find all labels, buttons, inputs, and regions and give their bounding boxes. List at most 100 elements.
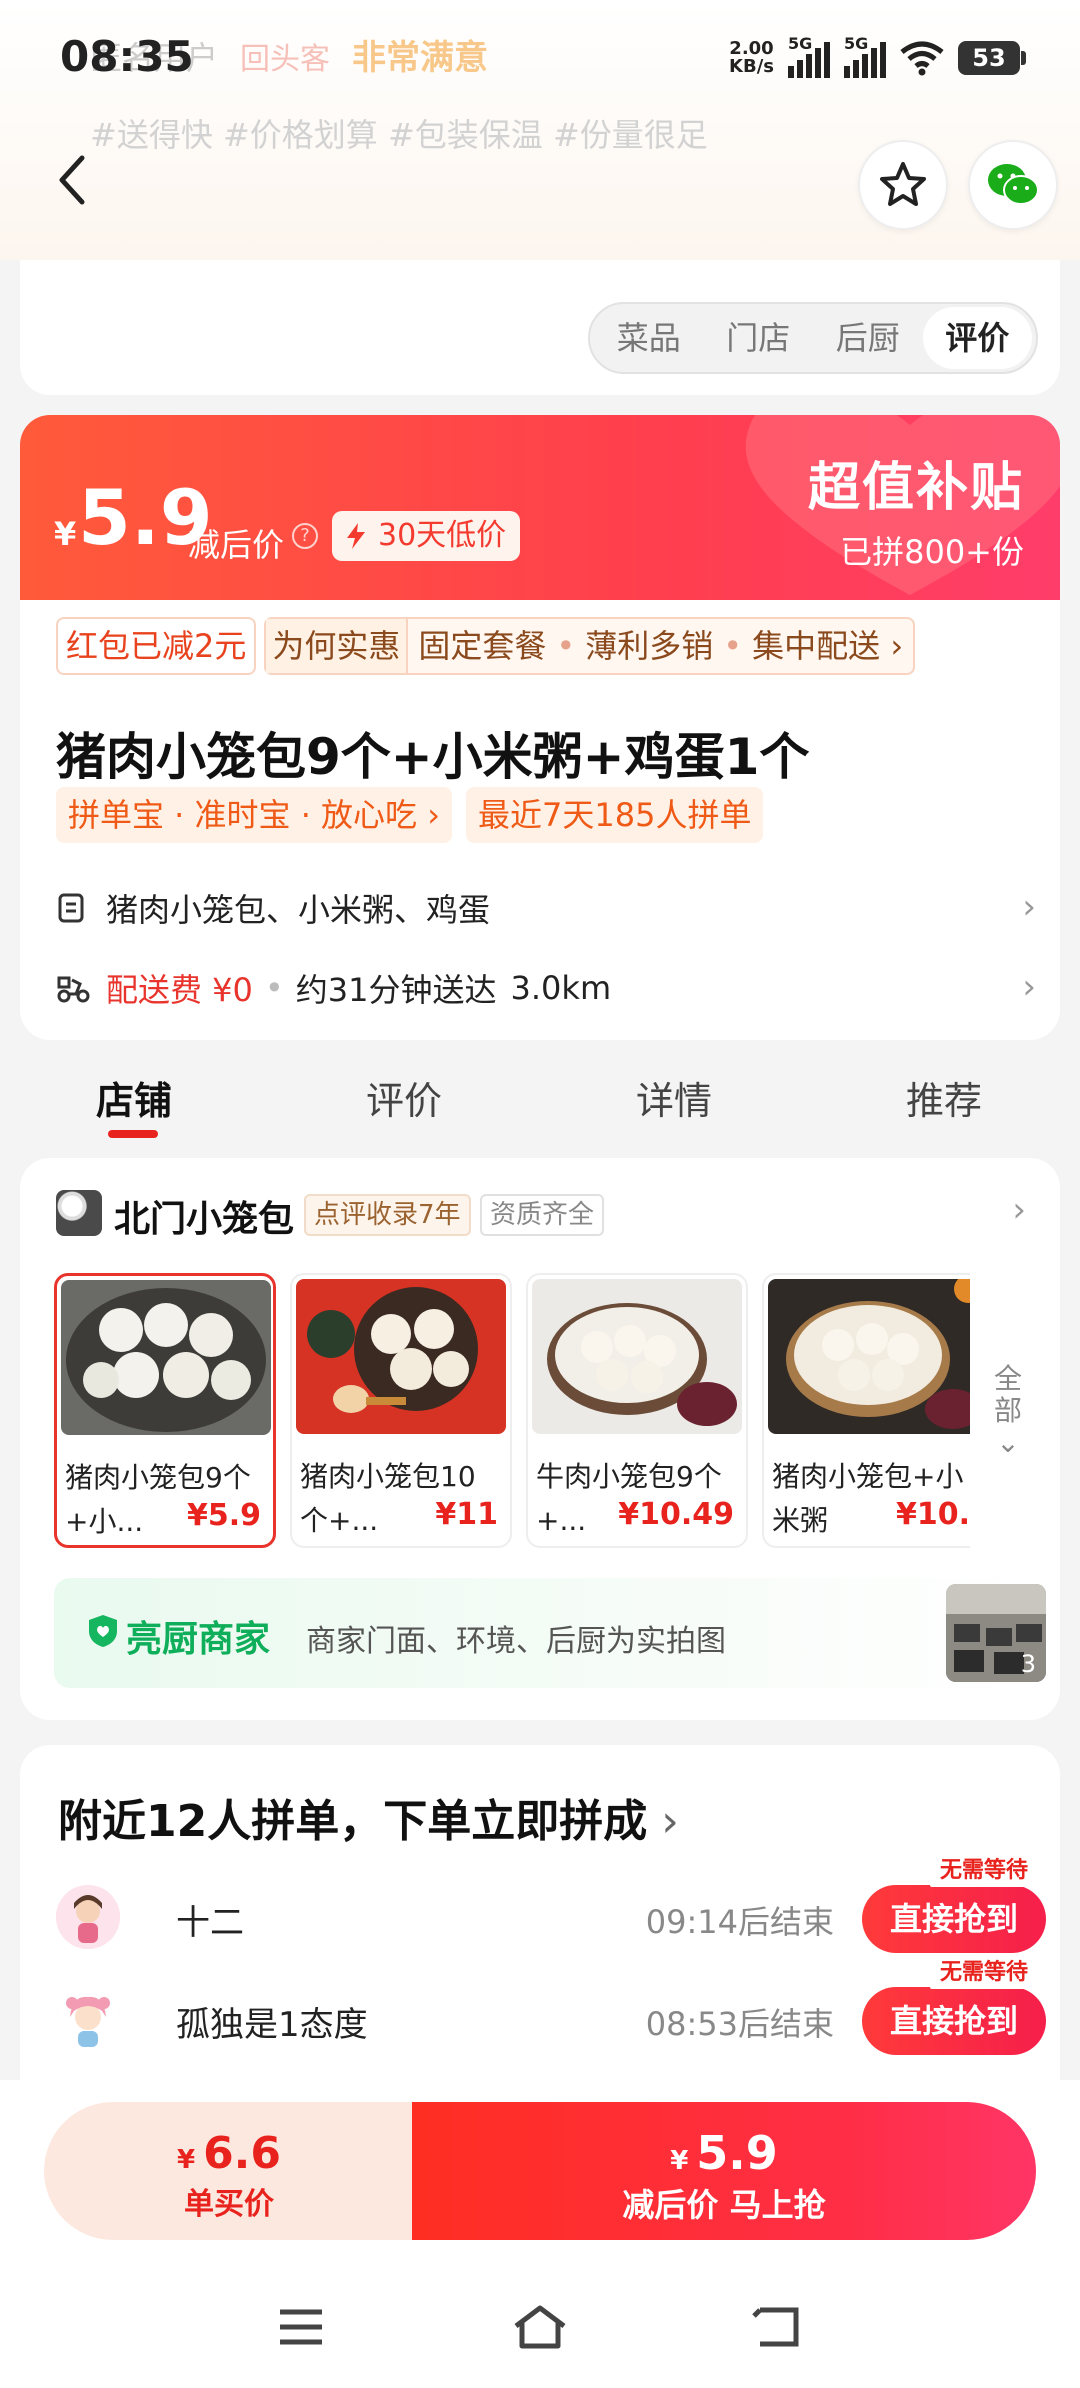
sim2-label: 5G: [844, 34, 869, 53]
guarantee-text: 拼单宝 · 准时宝 · 放心吃: [68, 796, 418, 834]
menu-list-icon: [56, 892, 96, 924]
single-currency: ¥: [176, 2145, 196, 2175]
subsidy-count: 已拼800+份: [840, 533, 1024, 571]
avatar: [56, 1987, 120, 2051]
chevron-right-icon: ›: [427, 796, 441, 834]
lightning-icon: [347, 523, 365, 549]
tab-dishes[interactable]: 菜品: [594, 307, 704, 369]
star-icon: [880, 162, 926, 206]
dish-card[interactable]: 牛肉小笼包9个+... ¥10.49: [526, 1273, 748, 1548]
status-time: 08:35: [60, 32, 194, 81]
store-card: 北门小笼包 点评收录7年 资质齐全 › 猪肉小笼包9个+小... ¥5.9 猪肉…: [20, 1158, 1060, 1720]
view-all-label: 全部: [993, 1362, 1022, 1427]
status-bar: 08:35 2.00 KB/s 5G 5G 53: [0, 0, 1080, 110]
grab-now-button[interactable]: 直接抢到: [862, 1885, 1046, 1953]
low-price-text: 30天低价: [378, 518, 507, 553]
subsidy-title: 超值补贴: [807, 458, 1024, 518]
store-license-tag: 资质齐全: [480, 1194, 605, 1236]
dish-price: ¥10.: [895, 1497, 970, 1532]
why-cheap-tag[interactable]: 为何实惠 固定套餐 • 薄利多销 • 集中配送 ›: [264, 617, 916, 675]
single-price: ¥6.6: [44, 2128, 414, 2179]
chevron-right-icon[interactable]: ›: [1012, 1190, 1026, 1230]
home-icon[interactable]: [510, 2302, 570, 2352]
open-kitchen-banner[interactable]: 亮厨商家 商家门面、环境、后厨为实拍图 3: [54, 1578, 1050, 1688]
group-countdown: 09:14后结束: [645, 1903, 834, 1941]
back-button[interactable]: [52, 150, 102, 220]
dish-price: ¥10.49: [618, 1497, 734, 1532]
net-speed: 2.00 KB/s: [729, 40, 774, 76]
tab-review[interactable]: 评价: [366, 1070, 442, 1125]
group-countdown: 08:53后结束: [645, 2005, 834, 2043]
delivery-time: 约31分钟送达: [295, 971, 497, 1009]
why-cheap-reasons: 固定套餐 • 薄利多销 • 集中配送 ›: [418, 627, 904, 665]
group-buy-title[interactable]: 附近12人拼单，下单立即拼成 ›: [58, 1785, 679, 1849]
group-user-name: 十二: [176, 1903, 244, 1943]
buy-single-button[interactable]: ¥6.6 单买价: [44, 2102, 414, 2240]
battery-icon: 53: [958, 41, 1026, 75]
signal-icon: 5G: [788, 34, 830, 78]
contents-row[interactable]: 猪肉小笼包、小米粥、鸡蛋 ›: [56, 883, 1046, 933]
net-speed-unit: KB/s: [729, 56, 774, 77]
delivery-row[interactable]: 配送费 ¥0 • 约31分钟送达 3.0km ›: [56, 963, 1046, 1013]
reason-low-margin: 薄利多销: [585, 627, 714, 665]
tab-store[interactable]: 门店: [704, 307, 814, 369]
system-nav-bar: [0, 2280, 1080, 2380]
chevron-right-icon: ›: [1022, 967, 1036, 1007]
dish-price: ¥11: [435, 1497, 498, 1532]
product-card: ¥ 5.9 减后价 ? 30天低价 超值补贴 已拼800+份 红包已减2元 为何…: [20, 415, 1060, 1040]
group-buy-row: 孤独是1态度 08:53后结束 直接抢到 无需等待: [56, 1957, 1046, 2057]
photo-count: 3: [1020, 1650, 1036, 1678]
tab-detail[interactable]: 详情: [636, 1070, 712, 1125]
review-hashtags: #送得快 #价格划算 #包装保温 #份量很足: [90, 116, 708, 154]
low-price-badge: 30天低价: [332, 511, 521, 561]
header-segmented-tabs: 菜品 门店 后厨 评价: [588, 302, 1038, 374]
delivery-distance: 3.0km: [510, 969, 612, 1007]
dish-card[interactable]: 猪肉小笼包9个+小... ¥5.9: [54, 1273, 276, 1548]
store-name[interactable]: 北门小笼包: [114, 1190, 294, 1242]
status-icons: 2.00 KB/s 5G 5G 53: [729, 34, 1026, 80]
guarantee-tag[interactable]: 拼单宝 · 准时宝 · 放心吃 ›: [56, 787, 453, 843]
wechat-icon: [988, 164, 1039, 205]
contents-text: 猪肉小笼包、小米粥、鸡蛋: [106, 891, 491, 929]
menu-icon[interactable]: [276, 2302, 326, 2352]
dish-image: [768, 1279, 970, 1434]
recent-orders-tag: 最近7天185人拼单: [466, 787, 764, 843]
price-banner: ¥ 5.9 减后价 ? 30天低价 超值补贴 已拼800+份: [20, 415, 1060, 600]
dish-card[interactable]: 猪肉小笼包+小米粥 ¥10.: [762, 1273, 970, 1548]
active-tab-indicator: [108, 1130, 158, 1138]
avatar: [56, 1885, 120, 1949]
group-price: ¥5.9: [412, 2126, 1036, 2180]
kitchen-title: 亮厨商家: [126, 1619, 271, 1660]
chevron-right-icon: ›: [647, 1796, 679, 1847]
wechat-share-button[interactable]: [968, 140, 1058, 230]
group-buy-title-text: 附近12人拼单，下单立即拼成: [58, 1796, 648, 1847]
dish-image: [296, 1279, 506, 1434]
kitchen-photo[interactable]: 3: [946, 1584, 1046, 1682]
group-buy-card: 附近12人拼单，下单立即拼成 › 十二 09:14后结束 直接抢到 无需等待 孤…: [20, 1745, 1060, 2080]
single-label: 单买价: [184, 2187, 274, 2222]
buy-group-button[interactable]: ¥5.9 减后价 马上抢: [412, 2102, 1036, 2240]
tab-shop[interactable]: 店铺: [96, 1070, 172, 1125]
back-nav-icon[interactable]: [752, 2302, 804, 2352]
kitchen-description: 商家门面、环境、后厨为实拍图: [306, 1624, 726, 1659]
question-icon[interactable]: ?: [292, 523, 318, 549]
back-arrow-icon: [59, 155, 85, 205]
favorite-button[interactable]: [858, 140, 948, 230]
tab-kitchen[interactable]: 后厨: [813, 307, 923, 369]
no-wait-badge: 无需等待: [929, 1855, 1038, 1887]
group-price-value: 5.9: [696, 2126, 778, 2180]
group-currency: ¥: [670, 2146, 689, 2176]
red-packet-tag: 红包已减2元: [56, 617, 257, 675]
reason-fixed-set: 固定套餐: [418, 627, 547, 665]
view-all-dishes-button[interactable]: 全部 ⌄: [988, 1363, 1028, 1459]
dish-image: [61, 1280, 271, 1435]
rider-icon: [56, 972, 96, 1004]
tab-reviews[interactable]: 评价: [922, 307, 1032, 369]
promo-tag-row: 红包已减2元 为何实惠 固定套餐 • 薄利多销 • 集中配送 ›: [56, 617, 916, 675]
dish-card[interactable]: 猪肉小笼包10个+... ¥11: [290, 1273, 512, 1548]
guarantee-tag-row: 拼单宝 · 准时宝 · 放心吃 › 最近7天185人拼单: [56, 787, 764, 843]
tab-recommend[interactable]: 推荐: [906, 1070, 982, 1125]
grab-now-button[interactable]: 直接抢到: [862, 1987, 1046, 2055]
sim1-label: 5G: [788, 34, 813, 53]
product-title: 猪肉小笼包9个+小米粥+鸡蛋1个: [56, 728, 810, 786]
